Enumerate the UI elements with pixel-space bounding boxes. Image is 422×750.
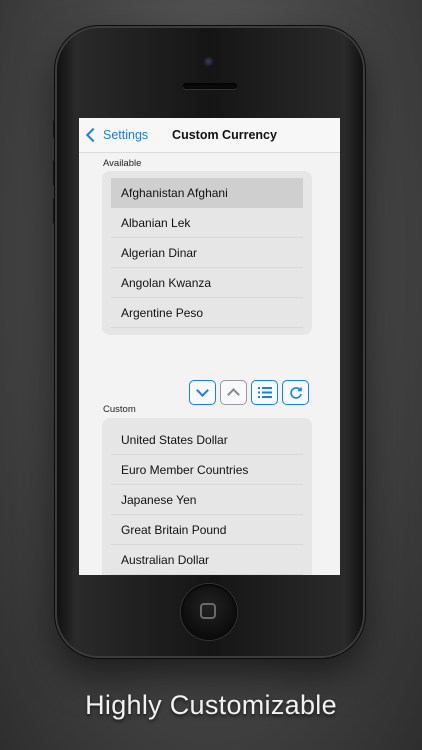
app-screen: Settings Custom Currency Available Afgha…: [79, 118, 340, 575]
available-section-label: Available: [103, 158, 142, 169]
list-button[interactable]: [251, 380, 278, 405]
custom-row-great-britain-pound[interactable]: Great Britain Pound: [111, 515, 303, 545]
available-row-algerian-dinar[interactable]: Algerian Dinar: [111, 238, 303, 268]
custom-row-japanese-yen[interactable]: Japanese Yen: [111, 485, 303, 515]
home-button: [181, 584, 237, 640]
move-down-button[interactable]: [189, 380, 216, 405]
chevron-down-icon: [196, 384, 209, 397]
available-currency-list: Afghanistan Afghani Albanian Lek Algeria…: [102, 171, 312, 335]
reset-button[interactable]: [282, 380, 309, 405]
move-up-button[interactable]: [220, 380, 247, 405]
list-toolbar: [189, 380, 309, 405]
available-row-argentine-peso[interactable]: Argentine Peso: [111, 298, 303, 328]
custom-currency-list: United States Dollar Euro Member Countri…: [102, 418, 312, 575]
navigation-bar: Settings Custom Currency: [79, 118, 340, 153]
custom-row-australian-dollar[interactable]: Australian Dollar: [111, 545, 303, 575]
custom-section-label: Custom: [103, 404, 136, 415]
chevron-up-icon: [227, 388, 240, 401]
list-icon: [257, 387, 272, 398]
page-title: Custom Currency: [172, 128, 277, 142]
front-camera-icon: [204, 57, 215, 68]
available-row-afghanistan-afghani[interactable]: Afghanistan Afghani: [111, 178, 303, 208]
earpiece-speaker: [183, 83, 237, 89]
available-row-albanian-lek[interactable]: Albanian Lek: [111, 208, 303, 238]
refresh-icon: [289, 386, 302, 399]
promo-caption: Highly Customizable: [85, 690, 337, 720]
custom-row-united-states-dollar[interactable]: United States Dollar: [111, 425, 303, 455]
custom-row-euro-member-countries[interactable]: Euro Member Countries: [111, 455, 303, 485]
available-row-angolan-kwanza[interactable]: Angolan Kwanza: [111, 268, 303, 298]
phone-frame: Settings Custom Currency Available Afgha…: [57, 28, 363, 656]
home-square-icon: [200, 603, 216, 619]
